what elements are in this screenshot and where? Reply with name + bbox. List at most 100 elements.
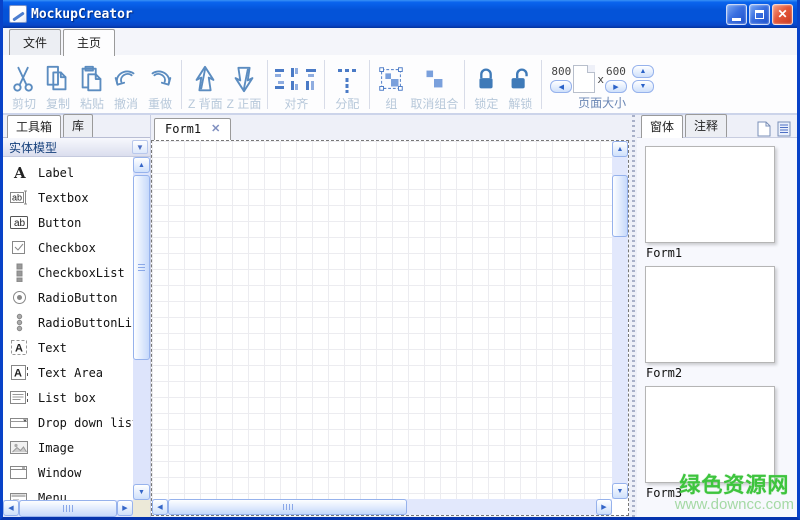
- redo-button[interactable]: 重做: [143, 57, 177, 112]
- cut-label: 剪切: [12, 97, 36, 111]
- form-entry[interactable]: Form1: [637, 146, 797, 260]
- form-entry[interactable]: Form3: [637, 386, 797, 500]
- ribbon-separator: [324, 60, 325, 109]
- scrollbar-thumb[interactable]: [19, 500, 117, 517]
- toolbox-item-radiobutton[interactable]: RadioButton: [3, 285, 133, 310]
- scroll-up-icon[interactable]: ▲: [133, 157, 150, 173]
- scroll-up-icon[interactable]: ▲: [612, 141, 628, 157]
- toolbox-item-window[interactable]: Window: [3, 460, 133, 485]
- unlock-label: 解锁: [508, 97, 532, 111]
- design-canvas[interactable]: ▲ ▼ ◀ ▶: [151, 140, 629, 516]
- align-button[interactable]: 对齐: [272, 57, 320, 112]
- scroll-down-icon[interactable]: ▼: [612, 483, 628, 499]
- scroll-down-icon[interactable]: ▼: [133, 484, 150, 500]
- toolbox-item-checkbox[interactable]: Checkbox: [3, 235, 133, 260]
- button-icon: ab: [10, 213, 29, 232]
- minimize-button[interactable]: [726, 4, 747, 25]
- form-thumbnail[interactable]: [645, 266, 775, 363]
- toolbox-item-image[interactable]: Image: [3, 435, 133, 460]
- chevron-down-icon[interactable]: ▼: [132, 140, 148, 154]
- toolbox-item-label[interactable]: A Label: [3, 160, 133, 185]
- form-thumbnail[interactable]: [645, 146, 775, 243]
- copy-button[interactable]: 复制: [41, 57, 75, 112]
- ribbon-separator: [181, 60, 182, 109]
- window-icon: [10, 463, 29, 482]
- align-icon: [274, 61, 318, 97]
- lock-icon: [471, 61, 501, 97]
- toolbox-vertical-scrollbar[interactable]: ▲ ▼: [133, 157, 150, 500]
- close-tab-icon[interactable]: ✕: [211, 124, 220, 135]
- canvas-horizontal-scrollbar[interactable]: ◀ ▶: [152, 499, 612, 515]
- forms-panel: 窗体 注释 Form1 Form2: [637, 115, 797, 517]
- close-button[interactable]: ✕: [772, 4, 793, 25]
- toolbox-item-textarea[interactable]: A Text Area: [3, 360, 133, 385]
- scrollbar-thumb[interactable]: [133, 175, 150, 360]
- toolbox-item-menu[interactable]: Menu: [3, 485, 133, 500]
- new-page-icon[interactable]: [757, 120, 773, 137]
- page-right-button[interactable]: ▶: [605, 80, 627, 93]
- toolbox-item-textbox[interactable]: ab Textbox: [3, 185, 133, 210]
- canvas-grid-surface[interactable]: [152, 141, 612, 499]
- title-bar[interactable]: MockupCreator ✕: [3, 0, 797, 28]
- form-thumbnail[interactable]: [645, 386, 775, 483]
- undo-arrow-icon: [111, 61, 141, 97]
- text-icon: A: [10, 338, 29, 357]
- tab-notes[interactable]: 注释: [685, 114, 727, 137]
- page-down-button[interactable]: ▼: [632, 80, 654, 93]
- image-icon: [10, 438, 29, 457]
- distribute-button[interactable]: 分配: [329, 57, 365, 112]
- unlock-button[interactable]: 解锁: [503, 57, 537, 112]
- tab-form1[interactable]: Form1 ✕: [154, 118, 231, 140]
- close-icon: ✕: [777, 8, 787, 20]
- toolbox-item-dropdownlist[interactable]: Drop down list: [3, 410, 133, 435]
- textbox-icon: ab: [10, 188, 29, 207]
- group-icon: [376, 61, 406, 97]
- scrollbar-thumb[interactable]: [612, 175, 628, 237]
- toolbox-item-checkboxlist[interactable]: CheckboxList: [3, 260, 133, 285]
- toolbox-horizontal-scrollbar[interactable]: ◀ ▶: [3, 500, 133, 517]
- page-height-value[interactable]: 600: [606, 65, 626, 78]
- app-window: MockupCreator ✕ 文件 主页 剪切 复制 粘贴: [0, 0, 800, 520]
- cut-button[interactable]: 剪切: [7, 57, 41, 112]
- paste-icon: [77, 61, 107, 97]
- toolbox-item-listbox[interactable]: List box: [3, 385, 133, 410]
- form-name: Form2: [646, 366, 797, 380]
- paste-button[interactable]: 粘贴: [75, 57, 109, 112]
- tab-file[interactable]: 文件: [9, 29, 61, 55]
- ungroup-label: 取消组合: [410, 97, 458, 111]
- toolbox-item-radiobuttonlist[interactable]: RadioButtonList: [3, 310, 133, 335]
- app-icon: [9, 5, 27, 23]
- scroll-right-icon[interactable]: ▶: [596, 499, 612, 515]
- tab-toolbox[interactable]: 工具箱: [7, 115, 61, 138]
- page-width-value[interactable]: 800: [551, 65, 571, 78]
- scroll-left-icon[interactable]: ◀: [3, 500, 19, 516]
- label-icon: A: [10, 163, 29, 182]
- maximize-button[interactable]: [749, 4, 770, 25]
- lock-label: 锁定: [474, 97, 498, 111]
- tab-home[interactable]: 主页: [63, 29, 115, 56]
- lock-button[interactable]: 锁定: [469, 57, 503, 112]
- scrollbar-thumb[interactable]: [168, 499, 407, 515]
- minimize-icon: [732, 18, 741, 21]
- page-left-button[interactable]: ◀: [550, 80, 572, 93]
- toolbox-item-text[interactable]: A Text: [3, 335, 133, 360]
- undo-button[interactable]: 撤消: [109, 57, 143, 112]
- toolbox-item-button[interactable]: ab Button: [3, 210, 133, 235]
- toolbox-category-header[interactable]: 实体模型 ▼: [3, 137, 150, 157]
- tab-forms[interactable]: 窗体: [641, 115, 683, 138]
- form-entry[interactable]: Form2: [637, 266, 797, 380]
- ribbon-separator: [369, 60, 370, 109]
- tab-library[interactable]: 库: [63, 114, 93, 137]
- ribbon-separator: [267, 60, 268, 109]
- ungroup-button[interactable]: 取消组合: [408, 57, 460, 112]
- page-up-button[interactable]: ▲: [632, 65, 654, 78]
- bring-to-front-button[interactable]: Z 正面: [225, 57, 264, 112]
- panel-splitter[interactable]: [630, 115, 637, 517]
- toolbox-panel: 工具箱 库 实体模型 ▼ A Label ab Textbox: [3, 115, 151, 517]
- group-button[interactable]: 组: [374, 57, 408, 112]
- canvas-vertical-scrollbar[interactable]: ▲ ▼: [612, 141, 628, 499]
- send-to-back-button[interactable]: Z 背面: [186, 57, 225, 112]
- scroll-right-icon[interactable]: ▶: [117, 500, 133, 516]
- notes-page-icon[interactable]: [777, 120, 793, 137]
- scroll-left-icon[interactable]: ◀: [152, 499, 168, 515]
